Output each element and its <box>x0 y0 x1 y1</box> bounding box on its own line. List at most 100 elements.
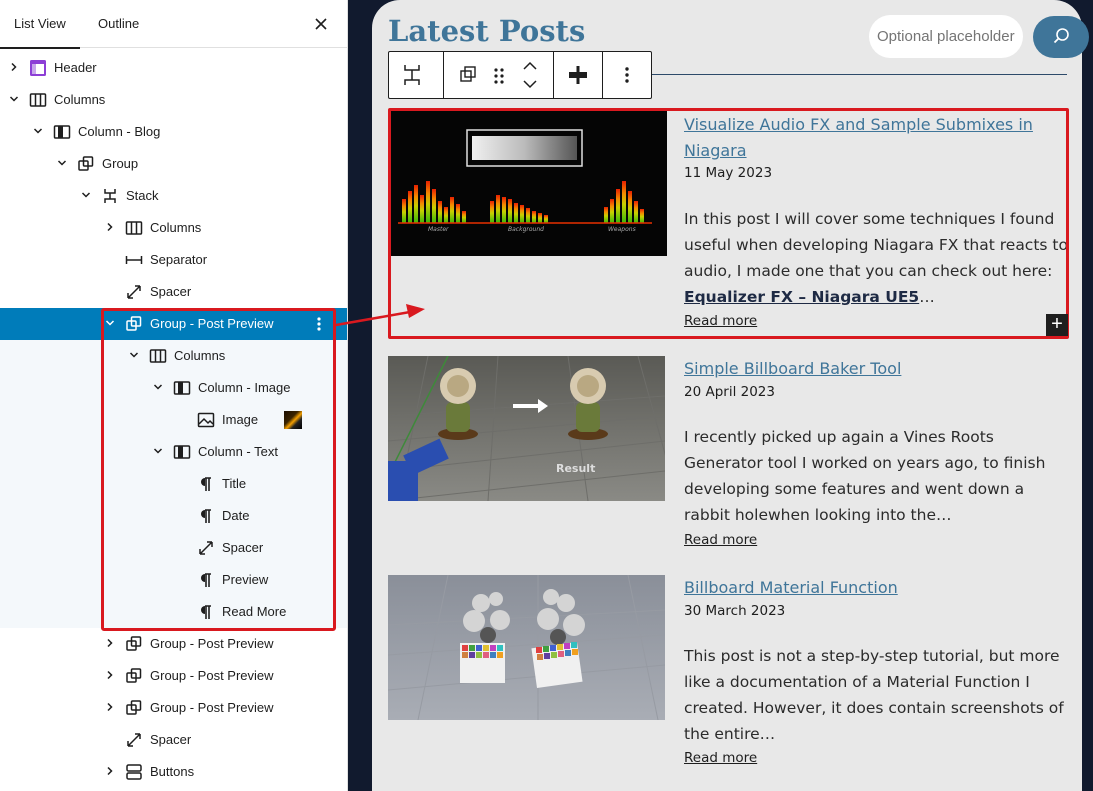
tree-item-title[interactable]: Title <box>0 468 347 500</box>
column-icon <box>52 122 72 142</box>
post-image[interactable] <box>388 575 665 720</box>
move-up-down-icon[interactable] <box>513 52 547 98</box>
tree-item-date[interactable]: Date <box>0 500 347 532</box>
template-part-icon <box>28 58 48 78</box>
stack-icon <box>100 186 120 206</box>
group-icon <box>124 314 144 334</box>
chevron-right-icon[interactable] <box>104 669 116 681</box>
tree-item-column-text[interactable]: Column - Text <box>0 436 347 468</box>
group-icon <box>124 634 144 654</box>
tab-list-view[interactable]: List View <box>0 0 80 49</box>
post-excerpt: In this post I will cover some technique… <box>684 206 1068 310</box>
chevron-right-icon[interactable] <box>104 765 116 777</box>
post-excerpt: I recently picked up again a Vines Roots… <box>684 428 1046 524</box>
read-more-link[interactable]: Read more <box>684 313 757 329</box>
tree-item-label: Group - Post Preview <box>150 636 274 651</box>
post-preview[interactable]: Billboard Material Function 30 March 202… <box>388 575 1068 775</box>
tree-item-label: Buttons <box>150 764 195 779</box>
image-thumbnail <box>284 411 302 429</box>
spacer-icon <box>196 538 216 558</box>
more-options-icon[interactable] <box>603 52 651 98</box>
image-label-background: Background <box>508 226 544 233</box>
tree-item-group-post-preview[interactable]: Group - Post Preview <box>0 692 347 724</box>
tree-item-header[interactable]: Header <box>0 52 347 84</box>
tree-item-spacer[interactable]: Spacer <box>0 532 347 564</box>
chevron-down-icon[interactable] <box>104 317 116 329</box>
post-preview[interactable]: Result Simple Billboard Baker Tool 20 Ap… <box>388 356 1068 556</box>
chevron-right-icon[interactable] <box>8 61 20 73</box>
column-icon <box>172 378 192 398</box>
chevron-down-icon[interactable] <box>80 189 92 201</box>
panel-tabs: List View Outline <box>0 0 347 49</box>
post-title[interactable]: Simple Billboard Baker Tool <box>684 356 1054 382</box>
tree-item-column-blog[interactable]: Column - Blog <box>0 116 347 148</box>
tree-item-group[interactable]: Group <box>0 148 347 180</box>
chevron-right-icon[interactable] <box>104 637 116 649</box>
close-icon[interactable] <box>311 14 331 34</box>
columns-icon <box>124 218 144 238</box>
post-preview-selected[interactable]: Master Background Weapons Visualize Audi… <box>388 108 1069 339</box>
stack-icon[interactable] <box>389 52 435 98</box>
tree-item-label: Spacer <box>150 732 192 747</box>
tree-item-stack[interactable]: Stack <box>0 180 347 212</box>
group-icon[interactable] <box>449 52 487 98</box>
page-title[interactable]: Latest Posts <box>388 14 585 48</box>
excerpt-link[interactable]: Equalizer FX – Niagara UE5 <box>684 288 919 306</box>
more-options-icon[interactable] <box>311 314 327 334</box>
justify-icon[interactable] <box>554 52 602 98</box>
tree-item-spacer[interactable]: Spacer <box>0 724 347 756</box>
tree-item-label: Column - Blog <box>78 124 161 139</box>
tab-outline[interactable]: Outline <box>98 0 139 48</box>
tree-item-columns[interactable]: Columns <box>0 340 347 372</box>
read-more-link[interactable]: Read more <box>684 532 757 548</box>
paragraph-icon <box>196 474 216 494</box>
tree-item-label: Read More <box>222 604 287 619</box>
paragraph-icon <box>196 570 216 590</box>
drag-handle-icon[interactable] <box>487 52 511 98</box>
chevron-down-icon[interactable] <box>128 349 140 361</box>
tree-item-columns[interactable]: Columns <box>0 212 347 244</box>
spacer-icon <box>124 282 144 302</box>
tree-item-preview[interactable]: Preview <box>0 564 347 596</box>
tree-item-buttons[interactable]: Buttons <box>0 756 347 788</box>
tree-item-label: Columns <box>174 348 226 363</box>
read-more-link[interactable]: Read more <box>684 750 757 766</box>
tree-item-label: Columns <box>150 220 202 235</box>
post-title[interactable]: Billboard Material Function <box>684 575 1054 601</box>
post-image[interactable]: Result <box>388 356 665 501</box>
chevron-down-icon[interactable] <box>56 157 68 169</box>
tree-item-columns[interactable]: Columns <box>0 84 347 116</box>
chevron-right-icon[interactable] <box>104 221 116 233</box>
chevron-right-icon[interactable] <box>104 701 116 713</box>
post-excerpt-text: In this post I will cover some technique… <box>684 210 1068 280</box>
tree-item-label: Group - Post Preview <box>150 700 274 715</box>
search-button[interactable] <box>1033 16 1089 58</box>
chevron-down-icon[interactable] <box>32 125 44 137</box>
post-excerpt: This post is not a step-by-step tutorial… <box>684 647 1064 743</box>
image-label-master: Master <box>428 226 449 233</box>
tree-item-spacer[interactable]: Spacer <box>0 276 347 308</box>
chevron-down-icon[interactable] <box>152 381 164 393</box>
tree-item-group-post-preview[interactable]: Group - Post Preview <box>0 660 347 692</box>
block-toolbar <box>388 51 652 99</box>
tree-item-group-post-preview[interactable]: Group - Post Preview <box>0 628 347 660</box>
search-icon <box>1053 28 1069 44</box>
tree-item-image[interactable]: Image <box>0 404 347 436</box>
tree-item-separator[interactable]: Separator <box>0 244 347 276</box>
chevron-down-icon[interactable] <box>152 445 164 457</box>
image-icon <box>196 410 216 430</box>
search-input[interactable] <box>869 15 1023 58</box>
editor-canvas-frame: Latest Posts Optional placeholder Master… <box>348 0 1093 791</box>
post-date: 20 April 2023 <box>684 384 775 400</box>
buttons-icon <box>124 762 144 782</box>
tree-item-label: Group - Post Preview <box>150 316 274 331</box>
post-image[interactable]: Master Background Weapons <box>390 111 667 256</box>
post-title[interactable]: Visualize Audio FX and Sample Submixes i… <box>684 112 1054 164</box>
plus-icon[interactable]: + <box>1046 314 1068 336</box>
tree-item-label: Date <box>222 508 250 523</box>
tree-item-read-more[interactable]: Read More <box>0 596 347 628</box>
chevron-down-icon[interactable] <box>8 93 20 105</box>
tree-item-column-image[interactable]: Column - Image <box>0 372 347 404</box>
tree-item-group-post-preview[interactable]: Group - Post Preview <box>0 308 347 340</box>
editor-app: List View Outline Header Columns Column - … <box>0 0 1093 791</box>
